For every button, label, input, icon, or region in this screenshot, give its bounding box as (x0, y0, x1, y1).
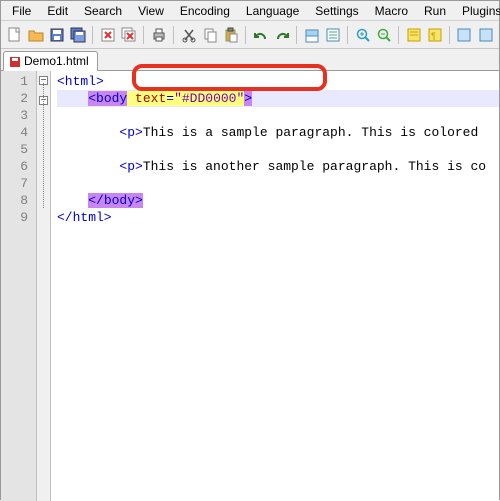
svg-text:¶: ¶ (431, 31, 436, 41)
line-number: 7 (1, 175, 28, 192)
code-token: <html> (57, 74, 104, 89)
line-number: 5 (1, 141, 28, 158)
paste-icon[interactable] (222, 25, 239, 44)
cut-icon[interactable] (180, 25, 197, 44)
menu-file[interactable]: File (5, 3, 38, 18)
menu-run[interactable]: Run (417, 3, 453, 18)
tab-label: Demo1.html (24, 54, 89, 68)
line-number: 2 (1, 90, 28, 107)
code-line[interactable] (57, 141, 499, 158)
menu-view[interactable]: View (131, 3, 171, 18)
code-token: </html> (57, 210, 112, 225)
redo-icon[interactable] (273, 25, 290, 44)
tab-demo1[interactable]: Demo1.html (3, 51, 98, 71)
line-number: 3 (1, 107, 28, 124)
menu-settings[interactable]: Settings (308, 3, 365, 18)
menu-edit[interactable]: Edit (40, 3, 75, 18)
code-token: text (135, 91, 166, 106)
code-token: <body (88, 91, 127, 106)
new-file-icon[interactable] (6, 25, 23, 44)
word-wrap-icon[interactable] (405, 25, 422, 44)
menu-language[interactable]: Language (239, 3, 306, 18)
line-number: 9 (1, 209, 28, 226)
line-number: 4 (1, 124, 28, 141)
file-unsaved-icon (10, 56, 20, 66)
fold-column[interactable]: −− (37, 71, 51, 501)
code-line[interactable]: <p>This is another sample paragraph. Thi… (57, 158, 499, 175)
toolbar-sep (347, 26, 348, 44)
code-token (57, 91, 88, 106)
zoom-in-icon[interactable] (354, 25, 371, 44)
code-line[interactable]: </body> (57, 192, 499, 209)
menu-macro[interactable]: Macro (368, 3, 415, 18)
toolbar-sep (143, 26, 144, 44)
code-token (57, 125, 119, 140)
close-all-icon[interactable] (120, 25, 137, 44)
undo-icon[interactable] (252, 25, 269, 44)
toolbar-sep (173, 26, 174, 44)
code-line[interactable] (57, 175, 499, 192)
find-icon[interactable] (303, 25, 320, 44)
menu-search[interactable]: Search (77, 3, 129, 18)
line-number: 6 (1, 158, 28, 175)
save-file-icon[interactable] (48, 25, 65, 44)
code-token: </body> (88, 193, 143, 208)
code-token: This is another sample paragraph. This i… (143, 159, 486, 174)
code-token: This is a sample paragraph. This is colo… (143, 125, 486, 140)
doc-map-icon[interactable] (477, 25, 494, 44)
code-token: <p> (119, 125, 142, 140)
toolbar-sep (398, 26, 399, 44)
code-line[interactable]: <html> (57, 73, 499, 90)
code-line[interactable] (57, 107, 499, 124)
code-token: > (244, 91, 252, 106)
print-icon[interactable] (150, 25, 167, 44)
save-all-icon[interactable] (69, 25, 86, 44)
zoom-out-icon[interactable] (375, 25, 392, 44)
toolbar-sep (245, 26, 246, 44)
toolbar-sep (296, 26, 297, 44)
toolbar-sep (92, 26, 93, 44)
toolbar-sep (449, 26, 450, 44)
tab-bar: Demo1.html (1, 49, 499, 71)
code-token: "#DD0000" (174, 91, 244, 106)
toolbar: ¶ (1, 21, 499, 49)
code-line[interactable]: <body text="#DD0000"> (57, 90, 499, 107)
code-token (127, 91, 135, 106)
close-file-icon[interactable] (99, 25, 116, 44)
code-line[interactable]: <p>This is a sample paragraph. This is c… (57, 124, 499, 141)
code-line[interactable]: </html> (57, 209, 499, 226)
show-chars-icon[interactable]: ¶ (426, 25, 443, 44)
code-token: = (166, 91, 174, 106)
code-token: <p> (119, 159, 142, 174)
menu-encoding[interactable]: Encoding (173, 3, 237, 18)
line-number: 1 (1, 73, 28, 90)
line-number-gutter: 123456789 (1, 71, 37, 501)
code-token (57, 159, 119, 174)
open-file-icon[interactable] (27, 25, 44, 44)
copy-icon[interactable] (201, 25, 218, 44)
func-list-icon[interactable] (456, 25, 473, 44)
line-number: 8 (1, 192, 28, 209)
code-area[interactable]: <html> <body text="#DD0000"> <p>This is … (51, 71, 499, 501)
code-token (57, 193, 88, 208)
code-editor[interactable]: 123456789 −− <html> <body text="#DD0000"… (1, 71, 499, 501)
replace-icon[interactable] (324, 25, 341, 44)
menu-plugins[interactable]: Plugins (455, 3, 500, 18)
menu-bar: File Edit Search View Encoding Language … (1, 1, 499, 21)
